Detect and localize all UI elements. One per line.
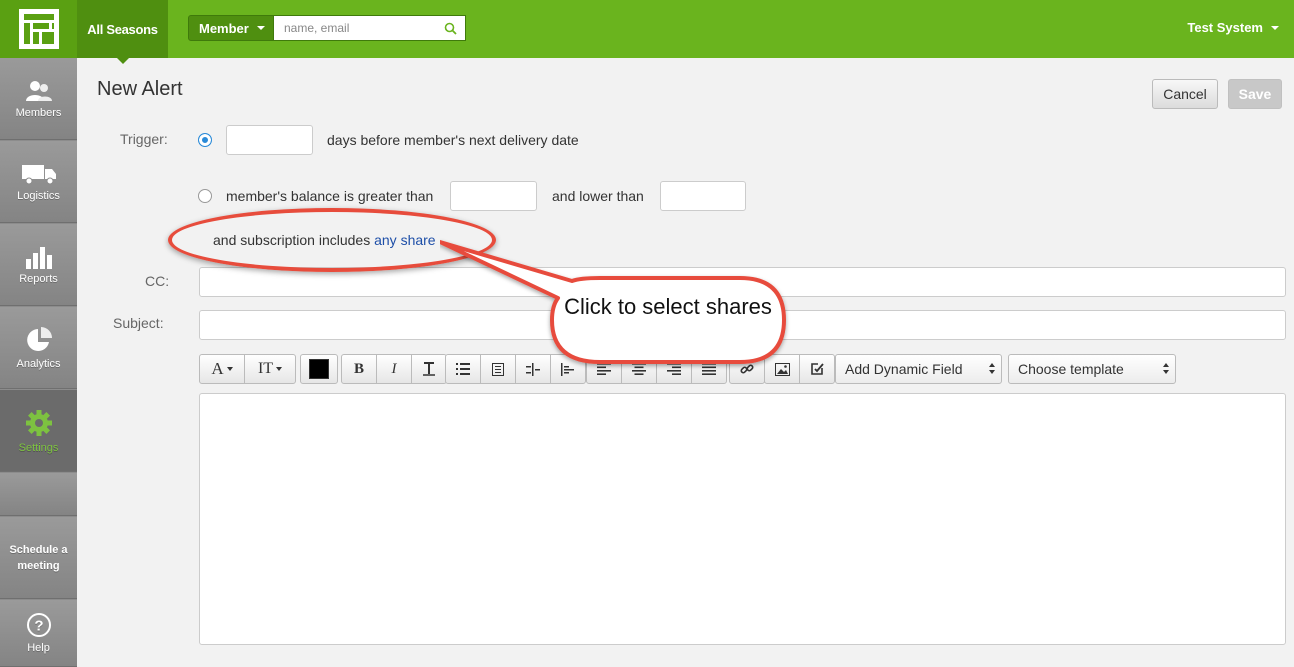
- font-family-label: A: [211, 359, 224, 378]
- chevron-down-icon: [226, 367, 233, 371]
- chevron-down-icon: [276, 367, 283, 371]
- bold-button[interactable]: B: [341, 354, 377, 384]
- edit-icon: [811, 363, 824, 375]
- sidebar-item-schedule-meeting[interactable]: Schedule a meeting: [0, 517, 77, 599]
- user-menu[interactable]: Test System: [1187, 20, 1279, 35]
- member-dropdown-label: Member: [199, 20, 249, 36]
- font-size-button[interactable]: IT: [244, 354, 296, 384]
- edit-html-button[interactable]: [799, 354, 835, 384]
- select-arrows-icon: [989, 363, 995, 374]
- help-icon: ?: [26, 613, 51, 637]
- sidebar-item-reports[interactable]: Reports: [0, 224, 77, 306]
- balance-greater-input[interactable]: [450, 181, 537, 211]
- search-icon[interactable]: [444, 22, 457, 35]
- save-button[interactable]: Save: [1228, 79, 1282, 109]
- members-icon: [25, 80, 52, 101]
- user-menu-label: Test System: [1187, 20, 1263, 35]
- font-group: A IT: [199, 354, 296, 384]
- strikethrough-icon: [423, 362, 435, 376]
- sidebar-item-label: Reports: [19, 272, 58, 285]
- search-box: [274, 15, 466, 41]
- all-seasons-tab[interactable]: All Seasons: [77, 0, 168, 64]
- logo-icon: [18, 9, 59, 49]
- sidebar-item-logistics[interactable]: Logistics: [0, 141, 77, 223]
- svg-text:?: ?: [34, 618, 43, 635]
- style-group: B I: [341, 354, 447, 384]
- text-color-button[interactable]: [300, 354, 338, 384]
- cc-label: CC:: [145, 273, 170, 289]
- sidebar-item-label: Settings: [18, 441, 59, 454]
- bold-icon: B: [353, 360, 364, 377]
- color-swatch-icon: [309, 359, 329, 379]
- sidebar-item-help[interactable]: ? Help: [0, 600, 77, 667]
- balance-lower-text: and lower than: [552, 188, 644, 204]
- balance-greater-text: member's balance is greater than: [226, 188, 434, 204]
- font-family-button[interactable]: A: [199, 354, 245, 384]
- sidebar-item-empty: [0, 473, 77, 516]
- template-select[interactable]: Choose template: [1008, 354, 1176, 384]
- subject-label: Subject:: [113, 315, 164, 331]
- chevron-down-icon: [256, 26, 265, 30]
- sidebar-item-settings[interactable]: Settings: [0, 390, 77, 472]
- sidebar-item-members[interactable]: Members: [0, 58, 77, 140]
- search-input[interactable]: [274, 17, 434, 39]
- dynamic-field-label: Add Dynamic Field: [845, 361, 963, 377]
- sidebar-item-label: Help: [27, 642, 50, 654]
- dynamic-field-select[interactable]: Add Dynamic Field: [835, 354, 1002, 384]
- template-select-label: Choose template: [1018, 361, 1124, 377]
- message-body-editor[interactable]: [199, 393, 1286, 645]
- sidebar: Members Logistics Reports Analytics Sett…: [0, 58, 77, 667]
- sidebar-item-label: Members: [15, 106, 62, 119]
- season-tab-label: All Seasons: [87, 21, 158, 37]
- trigger-days-radio[interactable]: [198, 133, 212, 147]
- pie-chart-icon: [26, 326, 52, 351]
- select-arrows-icon: [1163, 363, 1169, 374]
- annotation-callout-text: Click to select shares: [564, 294, 772, 319]
- bar-chart-icon: [25, 246, 52, 269]
- chevron-down-icon: [1271, 25, 1279, 30]
- font-size-label: IT: [257, 360, 274, 377]
- app-logo[interactable]: [0, 0, 77, 58]
- cancel-button[interactable]: Cancel: [1152, 79, 1218, 109]
- italic-button[interactable]: I: [376, 354, 412, 384]
- balance-lower-input[interactable]: [660, 181, 746, 211]
- days-before-input[interactable]: [226, 125, 313, 155]
- days-before-text: days before member's next delivery date: [327, 132, 579, 148]
- color-group: [300, 354, 338, 384]
- trigger-label: Trigger:: [120, 131, 168, 147]
- italic-icon: I: [391, 360, 397, 377]
- sidebar-item-label: Logistics: [17, 189, 60, 202]
- member-search-type-dropdown[interactable]: Member: [188, 15, 274, 41]
- sidebar-item-label: Schedule a meeting: [9, 543, 68, 572]
- top-navigation-bar: All Seasons Member Test System: [0, 0, 1294, 64]
- gear-icon: [25, 409, 52, 436]
- trigger-balance-radio[interactable]: [198, 189, 212, 203]
- truck-icon: [21, 164, 56, 184]
- sidebar-item-analytics[interactable]: Analytics: [0, 307, 77, 389]
- sidebar-item-label: Analytics: [16, 357, 61, 370]
- page-title: New Alert: [97, 78, 183, 100]
